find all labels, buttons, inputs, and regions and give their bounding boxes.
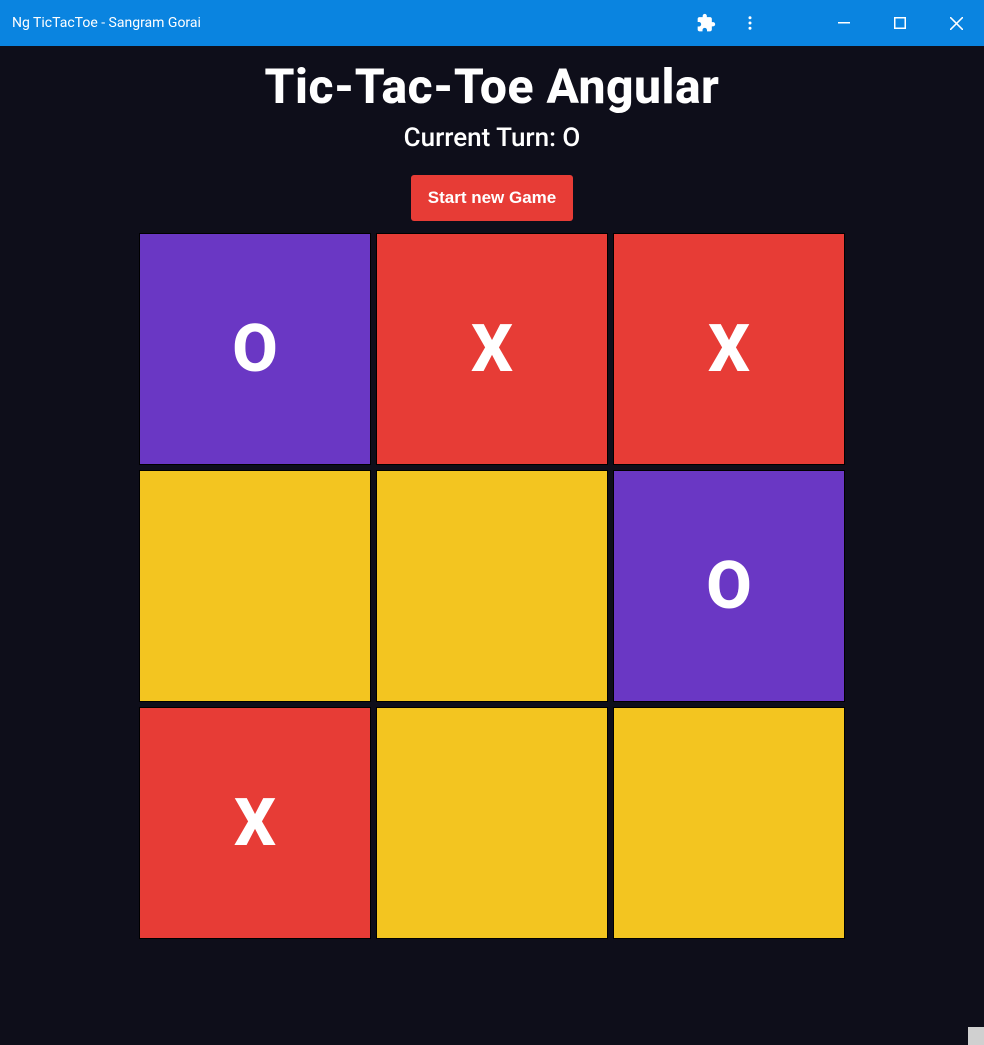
turn-prefix: Current Turn:	[404, 123, 563, 153]
board-cell-2-2[interactable]	[613, 707, 845, 939]
cell-mark: X	[708, 311, 750, 388]
cell-mark: O	[706, 548, 752, 625]
cell-mark: O	[232, 311, 278, 388]
kebab-menu-button[interactable]	[728, 0, 772, 46]
start-new-game-button[interactable]: Start new Game	[411, 175, 574, 221]
board-cell-2-1[interactable]	[376, 707, 608, 939]
turn-value: O	[562, 123, 580, 153]
more-vertical-icon	[741, 14, 759, 32]
maximize-icon	[894, 17, 906, 29]
current-turn-label: Current Turn: O	[404, 123, 581, 153]
game-board: O X X O X	[139, 233, 845, 939]
game-title: Tic-Tac-Toe Angular	[265, 58, 720, 115]
board-cell-0-0[interactable]: O	[139, 233, 371, 465]
board-cell-1-2[interactable]: O	[613, 470, 845, 702]
window-title-bar: Ng TicTacToe - Sangram Gorai	[0, 0, 984, 46]
close-icon	[950, 17, 963, 30]
board-cell-0-1[interactable]: X	[376, 233, 608, 465]
game-container: Tic-Tac-Toe Angular Current Turn: O Star…	[0, 46, 984, 939]
close-button[interactable]	[928, 0, 984, 46]
puzzle-piece-icon	[696, 13, 716, 33]
window-title: Ng TicTacToe - Sangram Gorai	[12, 15, 201, 31]
board-cell-1-0[interactable]	[139, 470, 371, 702]
extensions-button[interactable]	[684, 0, 728, 46]
title-bar-controls	[684, 0, 984, 46]
cell-mark: X	[471, 311, 513, 388]
cell-mark: X	[234, 785, 276, 862]
minimize-button[interactable]	[816, 0, 872, 46]
board-cell-2-0[interactable]: X	[139, 707, 371, 939]
board-cell-1-1[interactable]	[376, 470, 608, 702]
scrollbar-corner	[968, 1027, 984, 1045]
minimize-icon	[838, 17, 850, 29]
maximize-button[interactable]	[872, 0, 928, 46]
board-cell-0-2[interactable]: X	[613, 233, 845, 465]
